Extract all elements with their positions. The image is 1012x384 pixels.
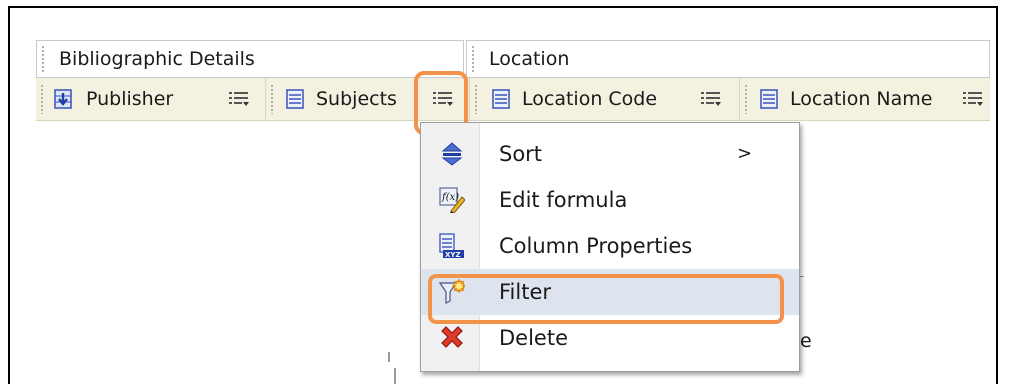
menu-item-delete[interactable]: Delete xyxy=(421,315,799,361)
menu-item-filter[interactable]: Filter xyxy=(421,269,799,315)
delete-icon xyxy=(441,326,463,348)
column-header-label: Location Code xyxy=(522,88,658,110)
menu-item-label: Edit formula xyxy=(499,188,628,212)
column-group-label: Bibliographic Details xyxy=(59,48,255,70)
column-menu-icon[interactable] xyxy=(700,90,722,108)
text-column-icon xyxy=(286,89,304,109)
sort-icon xyxy=(441,142,463,166)
column-header-subjects[interactable]: Subjects xyxy=(266,78,470,120)
column-menu-icon[interactable] xyxy=(228,90,250,108)
column-header-publisher[interactable]: Publisher xyxy=(36,78,266,120)
drag-grip-icon[interactable] xyxy=(471,45,476,73)
column-header-label: Location Name xyxy=(790,88,933,110)
menu-item-column-properties[interactable]: XYZ Column Properties xyxy=(421,223,799,269)
column-header-location-code[interactable]: Location Code xyxy=(470,78,740,120)
drag-grip-icon[interactable] xyxy=(40,84,45,114)
column-header-row: Publisher Subjects Location Code Locatio… xyxy=(36,78,990,121)
text-column-icon xyxy=(760,89,778,109)
text-column-icon xyxy=(492,89,510,109)
foreign-key-column-icon xyxy=(54,89,72,109)
drag-grip-icon[interactable] xyxy=(270,84,275,114)
filter-icon xyxy=(439,279,465,305)
submenu-arrow-icon: > xyxy=(737,143,753,164)
table-cell-text: e xyxy=(800,330,812,352)
drag-grip-icon[interactable] xyxy=(41,45,46,73)
edit-formula-icon: f(x) xyxy=(439,187,465,213)
column-properties-icon: XYZ xyxy=(439,233,464,259)
menu-item-label: Delete xyxy=(499,326,568,350)
drag-grip-icon[interactable] xyxy=(474,84,479,114)
column-menu-icon[interactable] xyxy=(962,90,984,108)
svg-text:XYZ: XYZ xyxy=(445,251,461,259)
column-header-label: Subjects xyxy=(316,88,397,110)
column-group-bibliographic-details: Bibliographic Details xyxy=(36,40,464,78)
menu-item-edit-formula[interactable]: f(x) Edit formula xyxy=(421,177,799,223)
menu-item-label: Sort xyxy=(499,142,543,166)
menu-item-sort[interactable]: Sort > xyxy=(421,131,799,177)
window-frame: Bibliographic Details Location Publisher xyxy=(8,6,998,384)
column-header-location-name[interactable]: Location Name xyxy=(740,78,990,120)
column-context-menu: Sort > f(x) Edit formula XYZ Column Prop… xyxy=(420,122,800,372)
column-group-label: Location xyxy=(489,48,570,70)
column-menu-icon[interactable] xyxy=(432,90,454,108)
column-header-label: Publisher xyxy=(86,88,174,110)
column-group-location: Location xyxy=(466,40,990,78)
menu-item-label: Filter xyxy=(499,280,552,304)
table-gridline xyxy=(394,368,396,384)
table-gridline xyxy=(388,352,390,362)
svg-text:f(x): f(x) xyxy=(441,192,459,203)
drag-grip-icon[interactable] xyxy=(744,84,749,114)
menu-item-label: Column Properties xyxy=(499,234,693,258)
